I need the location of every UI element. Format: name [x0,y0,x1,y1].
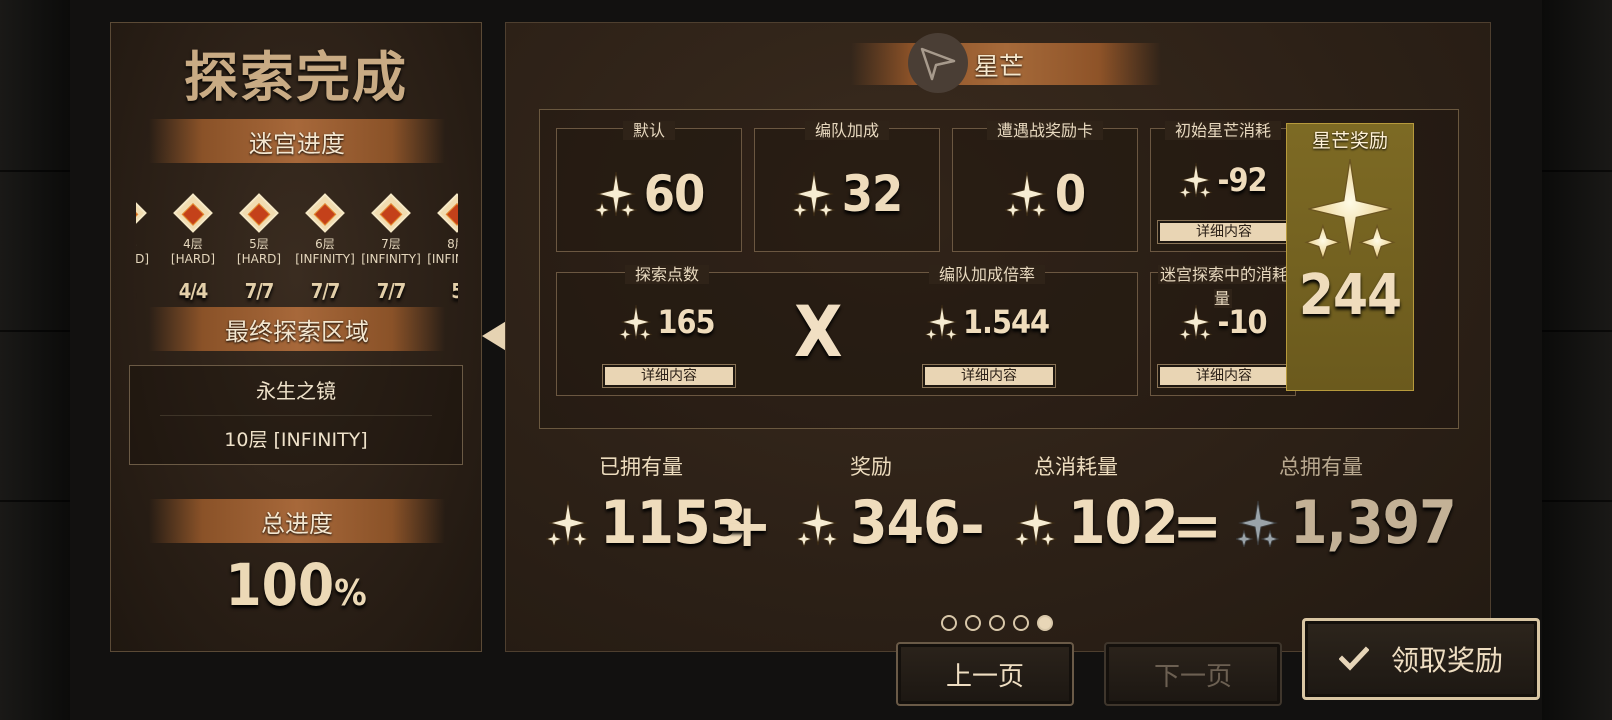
floor-item: 8层 [INFINITY] 5 [424,191,458,303]
star-icon [1004,171,1049,218]
prev-page-button[interactable]: 上一页 [896,642,1074,706]
floor-item: 4层 [HARD] 4/4 [160,191,226,303]
equals-sign: = [1172,491,1223,561]
star-icon [1179,162,1214,199]
page-dot-active[interactable] [1037,615,1053,631]
encounter-card-value: 0 [1054,165,1086,223]
reward-value: 244 [1298,263,1402,328]
total-progress-value: 100% [225,551,367,619]
final-area-name: 永生之镜 [160,366,432,416]
total-progress-header: 总进度 [149,499,445,543]
send-arrow-icon [908,33,968,93]
star-icon [546,500,590,547]
star-icon [593,171,638,218]
floor-diamond-icon [437,193,458,233]
large-star-icon [1304,159,1396,259]
initial-cost-value: -92 [1217,161,1267,199]
floor-diamond-icon [239,193,279,233]
minus-sign: - [960,491,985,561]
claim-reward-label: 领取奖励 [1390,644,1503,677]
floor-diamond-icon [173,193,213,233]
explore-points-box: 探索点数 编队加成倍率 165 1.544 详细内容 详细内容 [556,265,1138,396]
explore-points-value: 165 [657,303,715,341]
floor-item: 6层 [INFINITY] 7/7 [292,191,358,303]
star-icon [791,171,836,218]
panel-title: 星芒 [974,52,1025,81]
floor-diamond-icon [305,193,345,233]
star-icon [1236,500,1280,547]
floor-item: 3层 [HARD] 6 [136,191,160,303]
star-icon [619,304,654,341]
maze-cost-detail-button[interactable]: 详细内容 [1157,364,1291,388]
left-frame-edge [0,0,70,720]
team-bonus-value: 32 [841,165,904,223]
team-rate-value: 1.544 [962,303,1050,341]
total-cost-value: 102 [1068,488,1179,558]
floor-diamond-icon [136,193,147,233]
checkmark-icon [1338,646,1369,671]
total-cost-label: 总消耗量 [1034,455,1118,479]
initial-cost-box: 初始星芒消耗 -92 详细内容 [1150,121,1296,252]
maze-cost-box: 迷宫探索中的消耗量 -10 详细内容 [1150,265,1296,396]
right-frame-edge [1542,0,1612,720]
total-owned-label: 总拥有量 [1279,455,1363,479]
initial-cost-detail-button[interactable]: 详细内容 [1157,220,1291,244]
maze-cost-value: -10 [1217,303,1267,341]
star-icon [796,500,840,547]
star-icon [924,304,959,341]
explore-points-detail-button[interactable]: 详细内容 [602,364,736,388]
claim-reward-button[interactable]: 领取奖励 [1302,618,1540,700]
default-value: 60 [643,165,706,223]
reward-sum-label: 奖励 [850,455,892,479]
starlight-reward-panel: 星芒 默认 60 编队加成 32 遭遇战奖励卡 0 初始星芒消耗 -92 详细内… [505,22,1491,652]
total-owned-value: 1,397 [1290,488,1457,558]
next-page-button[interactable]: 下一页 [1104,642,1282,706]
floor-item: 5层 [HARD] 7/7 [226,191,292,303]
reward-label: 星芒奖励 [1311,130,1388,152]
starlight-reward-box: 星芒奖励 244 [1286,123,1414,391]
star-icon [1179,304,1214,341]
reward-sum-value: 346 [850,488,961,558]
plus-sign: + [722,491,773,561]
final-area-floor: 10层 [INFINITY] [224,429,368,451]
final-area-header: 最终探索区域 [149,307,445,351]
team-bonus-box: 编队加成 32 [754,121,940,252]
encounter-card-box: 遭遇战奖励卡 0 [952,121,1138,252]
pager-dots [941,615,1053,631]
floor-diamond-icon [371,193,411,233]
summary-equation: 1153 + 346 - 102 = 1,397 [546,483,1457,563]
page-dot[interactable] [965,615,981,631]
star-icon [1014,500,1058,547]
owned-label: 已拥有量 [599,455,683,479]
floor-item: 7层 [INFINITY] 7/7 [358,191,424,303]
final-area-box: 永生之镜 10层 [INFINITY] [129,365,463,465]
page-title: 探索完成 [184,45,408,109]
maze-progress-header: 迷宫进度 [149,119,445,163]
default-stat-box: 默认 60 [556,121,742,252]
page-dot[interactable] [1013,615,1029,631]
floor-progress-strip[interactable]: 3层 [HARD] 6 4层 [HARD] 4/4 5层 [HARD] 7/7 … [136,191,458,309]
multiply-sign: X [794,291,843,373]
team-rate-detail-button[interactable]: 详细内容 [922,364,1056,388]
page-dot[interactable] [989,615,1005,631]
exploration-summary-panel: 探索完成 迷宫进度 3层 [HARD] 6 4层 [HARD] 4/4 5层 [… [110,22,482,652]
page-dot[interactable] [941,615,957,631]
